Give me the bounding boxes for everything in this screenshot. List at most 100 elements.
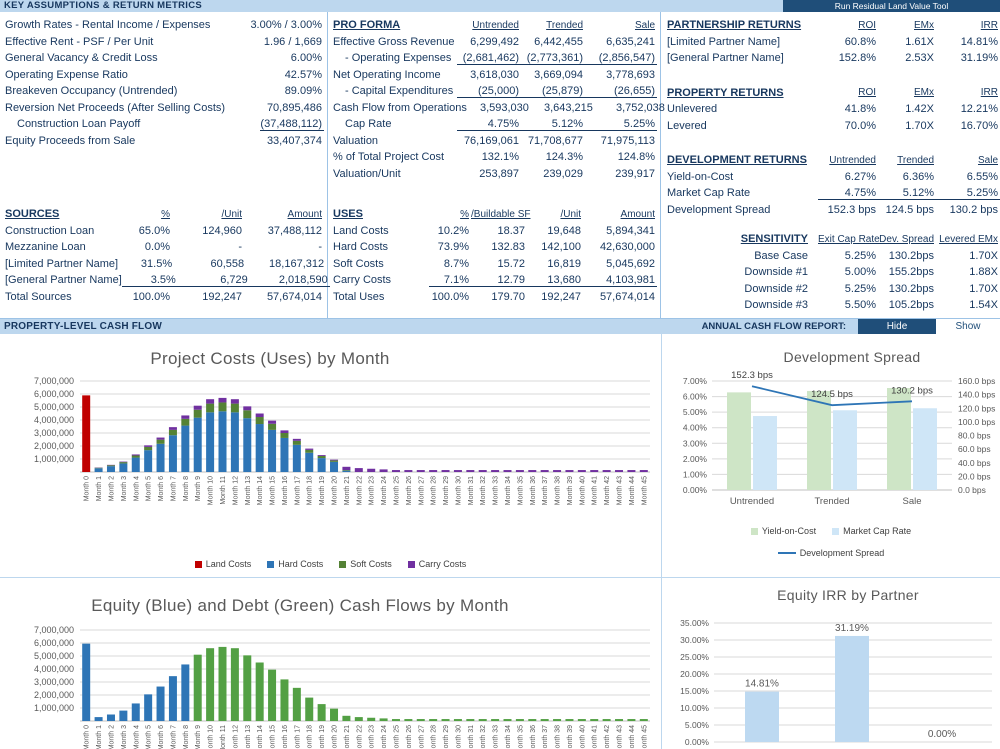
- table-row: Downside #3 5.50% 105.2bps 1.54X: [667, 297, 1000, 314]
- table-row: Hard Costs 73.9% 132.83 142,100 42,630,000: [333, 239, 657, 256]
- svg-text:Month 17: Month 17: [294, 725, 301, 749]
- table-row: Effective Rent - PSF / Per Unit 1.96 / 1,…: [5, 34, 324, 51]
- cell-value: 4.75%: [457, 118, 521, 131]
- svg-text:Month 23: Month 23: [369, 476, 376, 505]
- hide-report-button[interactable]: Hide: [858, 318, 936, 335]
- annual-cashflow-report-label: ANNUAL CASH FLOW REPORT:: [701, 321, 846, 332]
- row-label: Levered: [667, 119, 707, 132]
- svg-text:Month 23: Month 23: [369, 725, 376, 749]
- svg-text:Month 38: Month 38: [555, 476, 562, 505]
- column-header: EMx: [914, 19, 934, 31]
- cell-value: 1.70X: [969, 249, 998, 262]
- chart-title: Equity (Blue) and Debt (Green) Cash Flow…: [91, 596, 509, 615]
- row-label: Downside #2: [744, 282, 808, 295]
- cell-value: 89.09%: [284, 85, 322, 98]
- table-header-row: SENSITIVITY Exit Cap Rate Dev. Spread Lever…: [667, 231, 1000, 248]
- row-label: [Limited Partner Name]: [667, 35, 781, 48]
- svg-text:Month 26: Month 26: [406, 476, 413, 505]
- svg-text:Month 34: Month 34: [505, 476, 512, 505]
- cell-value: 4,103,981: [583, 274, 657, 287]
- cell-value: 0.0%: [144, 241, 170, 254]
- equity-irr-plot: 0.00% 5.00% 10.00% 15.00% 20.00% 25.00% 30.00%…: [680, 587, 992, 747]
- cell-value: 76,169,061: [463, 134, 519, 147]
- svg-text:0.00%: 0.00%: [685, 737, 710, 747]
- cell-value: 5.25%: [936, 187, 1000, 200]
- cell-value: 100.0%: [431, 290, 469, 303]
- column-header: Amount: [620, 208, 655, 220]
- cell-value: 142,100: [541, 241, 581, 254]
- svg-text:3.00%: 3.00%: [683, 438, 708, 448]
- svg-text:Month 38: Month 38: [555, 725, 562, 749]
- column-header: %: [161, 208, 170, 220]
- svg-text:Month 41: Month 41: [592, 725, 599, 749]
- cell-value: 192,247: [202, 290, 242, 303]
- column-header: /Unit: [221, 208, 242, 220]
- cell-value: (26,655): [585, 85, 657, 98]
- row-label: Market Cap Rate: [667, 187, 751, 200]
- table-row: Cap Rate 4.75% 5.12% 5.25%: [333, 116, 657, 133]
- chart-title: Equity IRR by Partner: [777, 587, 919, 603]
- cell-value: 6.27%: [844, 170, 876, 183]
- run-residual-land-value-button[interactable]: Run Residual Land Value Tool: [783, 0, 1000, 12]
- legend-swatch: [832, 527, 840, 535]
- table-row: General Vacancy & Credit Loss 6.00%: [5, 50, 324, 67]
- svg-text:Month 43: Month 43: [617, 476, 624, 505]
- chart-cashflows-plot: 1,000,000 2,000,000 3,000,000 4,000,000 5,00…: [34, 596, 650, 749]
- cell-value: 3,778,693: [606, 68, 655, 81]
- svg-text:7,000,000: 7,000,000: [34, 625, 74, 635]
- show-report-button[interactable]: Show: [936, 318, 1000, 335]
- cell-value: 8.7%: [443, 257, 469, 270]
- svg-text:152.3 bps: 152.3 bps: [731, 370, 773, 381]
- svg-text:Month 45: Month 45: [641, 725, 648, 749]
- row-label: [General Partner Name]: [5, 274, 122, 287]
- cell-value: 5,045,692: [606, 257, 655, 270]
- legend-swatch: [267, 560, 275, 568]
- row-label: [General Partner Name]: [667, 52, 784, 65]
- svg-text:4.00%: 4.00%: [683, 423, 708, 433]
- svg-text:80.0 bps: 80.0 bps: [958, 431, 991, 441]
- column-header: Sale: [634, 19, 655, 31]
- table-row: Yield-on-Cost 6.27% 6.36% 6.55%: [667, 169, 1000, 186]
- svg-text:Month 20: Month 20: [332, 725, 339, 749]
- svg-text:140.0 bps: 140.0 bps: [958, 390, 995, 400]
- legend-item: Yield-on-Cost: [750, 526, 816, 536]
- svg-text:Month 31: Month 31: [468, 725, 475, 749]
- table-row: Growth Rates - Rental Income / Expenses 3…: [5, 17, 324, 34]
- chart-development-spread: 0.00% 1.00% 2.00% 3.00% 4.00% 5.00% 6.00% 7.00%…: [662, 334, 1000, 578]
- svg-text:5,000,000: 5,000,000: [34, 651, 74, 661]
- cell-value: 65.0%: [138, 224, 170, 237]
- svg-text:Month 13: Month 13: [245, 725, 252, 749]
- svg-text:35.00%: 35.00%: [680, 618, 709, 628]
- cell-value: 7.1%: [429, 274, 471, 287]
- svg-text:Month 33: Month 33: [493, 476, 500, 505]
- returns-panel: PARTNERSHIP RETURNS ROI EMx IRR [Limited Par…: [661, 12, 1000, 318]
- cell-value: 1.54X: [969, 299, 998, 312]
- row-label: Construction Loan: [5, 224, 95, 237]
- cell-value: -: [318, 241, 322, 254]
- svg-text:60.0 bps: 60.0 bps: [958, 444, 991, 454]
- svg-text:Month 3: Month 3: [121, 725, 128, 749]
- cell-value: 155.2bps: [888, 266, 934, 279]
- legend-item: Soft Costs: [339, 559, 392, 569]
- table-row: Soft Costs 8.7% 15.72 16,819 5,045,692: [333, 256, 657, 273]
- chart-legend-bars: Yield-on-Cost Market Cap Rate: [662, 526, 1000, 536]
- section-title-cashflow: PROPERTY-LEVEL CASH FLOW: [4, 321, 162, 332]
- svg-text:Month 30: Month 30: [455, 725, 462, 749]
- svg-text:Month 1: Month 1: [96, 476, 103, 501]
- table-header-row: SOURCES% /Unit Amount: [5, 206, 324, 223]
- svg-text:Month 15: Month 15: [270, 476, 277, 505]
- svg-text:Month 36: Month 36: [530, 725, 537, 749]
- section-title: DEVELOPMENT RETURNS: [667, 154, 807, 167]
- table-row: Land Costs 10.2% 18.37 19,648 5,894,341: [333, 223, 657, 240]
- svg-text:20.0 bps: 20.0 bps: [958, 471, 991, 481]
- section-title: SOURCES: [5, 208, 60, 221]
- svg-text:Month 17: Month 17: [294, 476, 301, 505]
- svg-text:Month 34: Month 34: [505, 725, 512, 749]
- svg-text:3,000,000: 3,000,000: [34, 428, 74, 438]
- table-row: Equity Proceeds from Sale 33,407,374: [5, 133, 324, 150]
- svg-text:Month 1: Month 1: [96, 725, 103, 749]
- cell-value: 71,708,677: [527, 134, 583, 147]
- chart-costs-plot: 1,000,000 2,000,000 3,000,000 4,000,000 5,00…: [34, 349, 650, 505]
- svg-text:Month 29: Month 29: [443, 725, 450, 749]
- row-label: Equity Proceeds from Sale: [5, 134, 136, 147]
